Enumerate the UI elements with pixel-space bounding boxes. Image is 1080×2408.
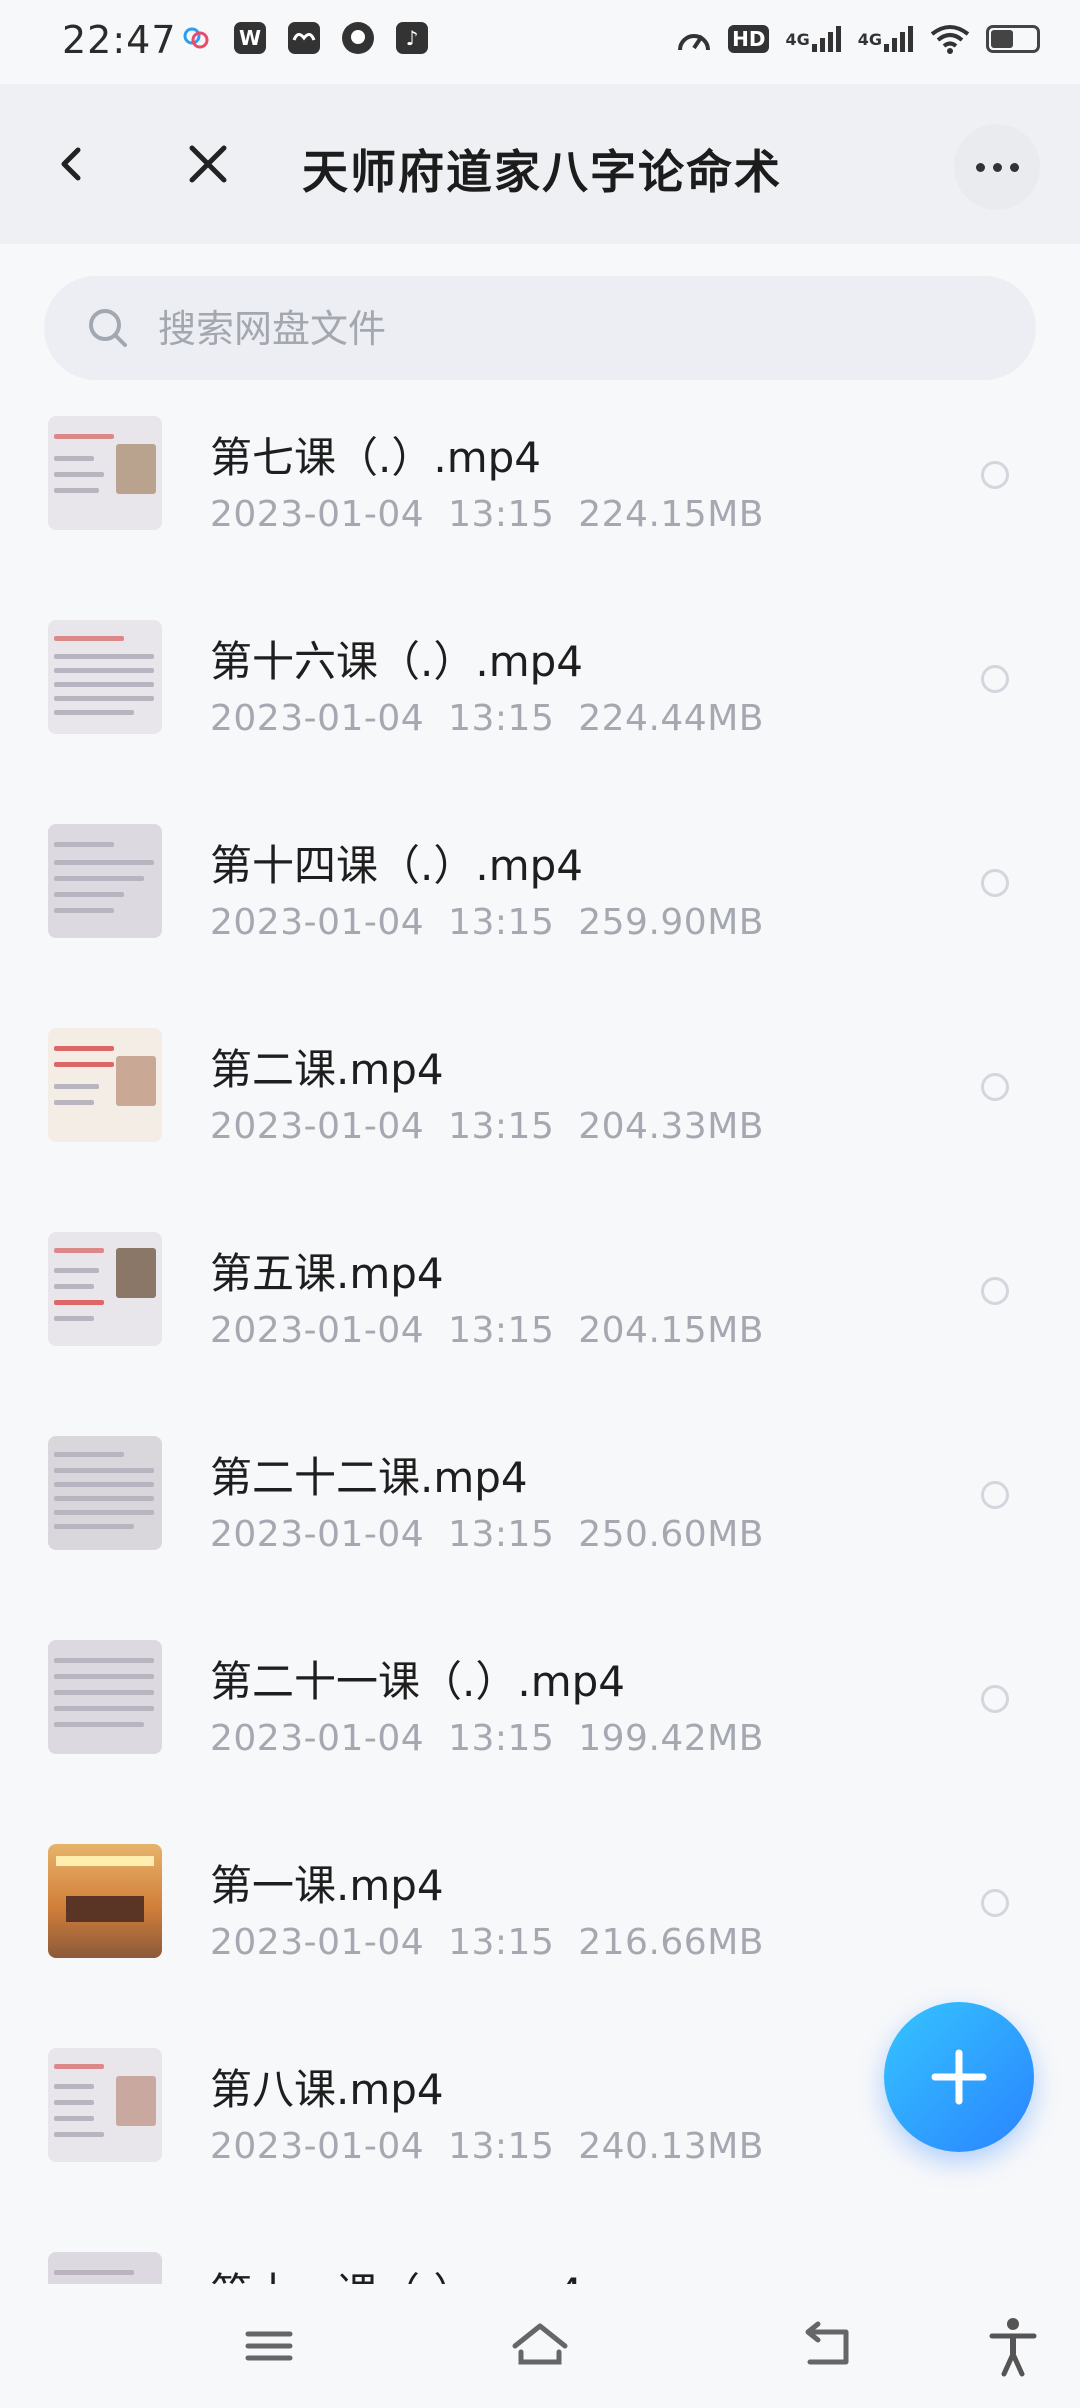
notification-icons: W ♪	[180, 22, 428, 54]
page-title: 天师府道家八字论命术	[302, 145, 782, 199]
file-list: 第七课（.）.mp4 2023-01-04 13:15 224.15MB 第十六…	[0, 384, 1080, 2284]
file-name: 第八课.mp4	[210, 2065, 444, 2114]
signal-4g-icon: 4G	[785, 22, 841, 56]
video-thumbnail	[48, 416, 162, 530]
select-radio[interactable]	[981, 665, 1009, 693]
file-row[interactable]: 第二课.mp4 2023-01-04 13:15 204.33MB	[0, 996, 1080, 1200]
more-dot-icon	[992, 162, 1002, 172]
file-row[interactable]: 第二十二课.mp4 2023-01-04 13:15 250.60MB	[0, 1404, 1080, 1608]
search-input[interactable]	[156, 276, 980, 382]
back-nav-icon	[805, 2321, 849, 2365]
back-arrow-icon	[61, 147, 81, 181]
file-meta: 2023-01-04 13:15 250.60MB	[210, 1514, 764, 1555]
file-meta: 2023-01-04 13:15 204.33MB	[210, 1106, 764, 1147]
close-icon	[189, 145, 227, 183]
search-bar[interactable]	[44, 276, 1036, 382]
baidu-cloud-icon	[180, 22, 212, 54]
hd-icon: HD	[728, 25, 770, 53]
file-row[interactable]: 第十四课（.）.mp4 2023-01-04 13:15 259.90MB	[0, 792, 1080, 996]
file-row[interactable]: 第十一课（.）.mp4	[0, 2220, 1080, 2284]
video-thumbnail	[48, 1640, 162, 1754]
more-dot-icon	[1009, 162, 1019, 172]
file-name: 第一课.mp4	[210, 1861, 444, 1910]
video-thumbnail	[48, 2252, 162, 2284]
back-nav-button[interactable]	[792, 2314, 862, 2378]
select-radio[interactable]	[981, 1685, 1009, 1713]
close-button[interactable]	[180, 134, 236, 194]
file-name: 第二课.mp4	[210, 1045, 444, 1094]
video-thumbnail	[48, 1028, 162, 1142]
file-name: 第七课（.）.mp4	[210, 433, 541, 482]
video-thumbnail	[48, 824, 162, 938]
plus-icon	[931, 2049, 987, 2105]
select-radio[interactable]	[981, 1277, 1009, 1305]
more-options-button[interactable]	[954, 124, 1040, 210]
wechat-work-icon	[288, 22, 320, 54]
file-name: 第二十一课（.）.mp4	[210, 1657, 625, 1706]
file-meta: 2023-01-04 13:15 259.90MB	[210, 902, 764, 943]
file-meta: 2023-01-04 13:15 199.42MB	[210, 1718, 764, 1759]
select-radio[interactable]	[981, 1073, 1009, 1101]
signal-4g-icon-2: 4G	[858, 22, 914, 56]
video-thumbnail	[48, 620, 162, 734]
wps-icon: W	[234, 22, 266, 54]
accessibility-button[interactable]	[978, 2314, 1048, 2378]
video-thumbnail	[48, 1436, 162, 1550]
speed-icon	[676, 22, 712, 56]
video-thumbnail	[48, 1232, 162, 1346]
file-name: 第二十二课.mp4	[210, 1453, 528, 1502]
select-radio[interactable]	[981, 461, 1009, 489]
select-radio[interactable]	[981, 869, 1009, 897]
wifi-icon	[930, 22, 970, 56]
home-icon	[512, 2323, 568, 2365]
file-meta: 2023-01-04 13:15 216.66MB	[210, 1922, 764, 1963]
file-name: 第十一课（.）.mp4	[210, 2260, 583, 2284]
back-button[interactable]	[48, 134, 104, 194]
system-icons: HD 4G 4G	[676, 22, 1040, 56]
file-name: 第十四课（.）.mp4	[210, 841, 583, 890]
menu-button[interactable]	[234, 2314, 304, 2378]
home-button[interactable]	[505, 2314, 575, 2378]
battery-icon	[986, 25, 1040, 53]
accessibility-icon	[989, 2318, 1037, 2377]
video-thumbnail	[48, 1844, 162, 1958]
message-icon	[342, 22, 374, 54]
status-time: 22:47	[62, 18, 177, 62]
file-row[interactable]: 第十六课（.）.mp4 2023-01-04 13:15 224.44MB	[0, 588, 1080, 792]
more-dot-icon	[975, 162, 985, 172]
search-icon	[89, 309, 127, 347]
file-row[interactable]: 第五课.mp4 2023-01-04 13:15 204.15MB	[0, 1200, 1080, 1404]
file-row[interactable]: 第七课（.）.mp4 2023-01-04 13:15 224.15MB	[0, 384, 1080, 588]
file-row[interactable]: 第一课.mp4 2023-01-04 13:15 216.66MB	[0, 1812, 1080, 2016]
menu-icon	[245, 2331, 293, 2361]
file-name: 第五课.mp4	[210, 1249, 444, 1298]
select-radio[interactable]	[981, 1481, 1009, 1509]
video-thumbnail	[48, 2048, 162, 2162]
file-meta: 2023-01-04 13:15 240.13MB	[210, 2126, 764, 2167]
file-row[interactable]: 第二十一课（.）.mp4 2023-01-04 13:15 199.42MB	[0, 1608, 1080, 1812]
system-nav-bar	[0, 2284, 1080, 2408]
top-app-bar: 天师府道家八字论命术	[0, 84, 1080, 244]
status-bar: 22:47 W ♪ HD 4G 4G	[0, 0, 1080, 84]
file-meta: 2023-01-04 13:15 224.15MB	[210, 494, 764, 535]
file-meta: 2023-01-04 13:15 204.15MB	[210, 1310, 764, 1351]
tiktok-icon: ♪	[396, 22, 428, 54]
file-meta: 2023-01-04 13:15 224.44MB	[210, 698, 764, 739]
add-button[interactable]	[884, 2002, 1034, 2152]
select-radio[interactable]	[981, 1889, 1009, 1917]
file-name: 第十六课（.）.mp4	[210, 637, 583, 686]
